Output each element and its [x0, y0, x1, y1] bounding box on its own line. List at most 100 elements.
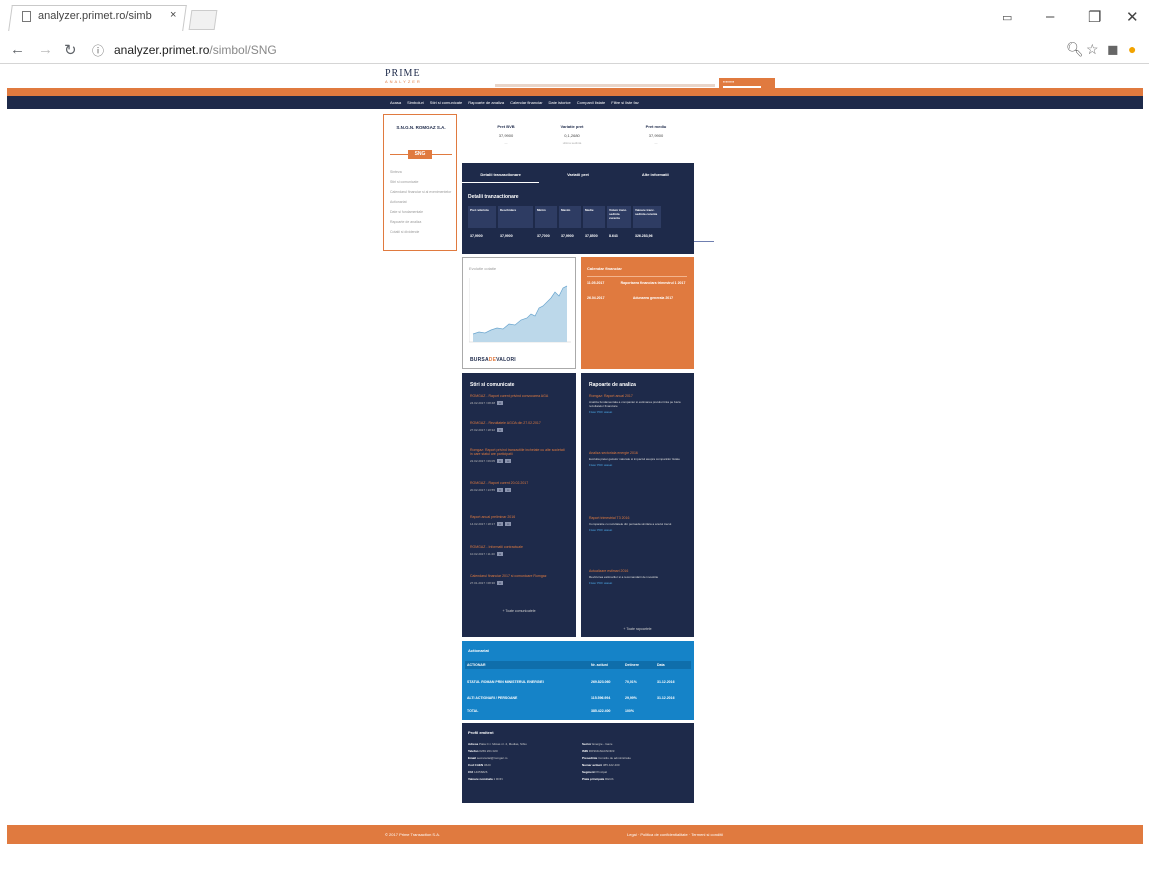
news-link[interactable]: ROMGAZ - Informatii contractuale — [470, 545, 568, 549]
pdf-icon[interactable]: ▪▪ — [497, 581, 504, 585]
news-item: Raport anual preliminar 2016 14.02.2017 … — [470, 515, 568, 526]
all-reports-link[interactable]: + Toate rapoartele — [581, 627, 694, 631]
info-icon[interactable]: ⓘ — [92, 42, 104, 59]
report-item: Analiza sectoriala energie 2016 Evolutia… — [589, 451, 687, 467]
trading-header: Valoare tranz. sedinta curenta — [633, 206, 661, 228]
bvb-logo: BURSADEVALORI — [470, 357, 516, 363]
pdf-icon[interactable]: ▪▪ — [496, 552, 503, 556]
pdf-icon[interactable]: ▪▪ — [497, 401, 504, 405]
url-path: /simbol/SNG — [209, 43, 277, 57]
close-window-button[interactable]: ✕ — [1126, 8, 1139, 26]
news-item: ROMGAZ - Rezultatele AGOA din 27.02.2017… — [470, 421, 568, 432]
report-item: Raport trimestrial T3 2016 Comparatie cu… — [589, 516, 687, 532]
nav-item[interactable]: Simboluri — [407, 100, 424, 105]
news-item: ROMGAZ - Informatii contractuale 10.02.2… — [470, 545, 568, 556]
nav-item[interactable]: Filtre si liste fav — [611, 100, 639, 105]
calendar-row[interactable]: 26.04.2017 Adunarea generala 2017 — [587, 296, 689, 300]
report-attachment[interactable]: Fisier PDF atasat — [589, 581, 687, 585]
tab-trading-details[interactable]: Detalii tranzactionare — [462, 169, 540, 183]
site-footer: © 2017 Prime Transaction S.A. Legal · Po… — [7, 825, 1143, 844]
trading-header: Medie — [583, 206, 605, 228]
calendar-row[interactable]: 11.05.2017 Raportarea financiara trimest… — [587, 281, 689, 285]
all-news-link[interactable]: + Toate comunicatele — [462, 609, 576, 613]
report-attachment[interactable]: Fisier PDF atasat — [589, 528, 687, 532]
profile-field: ISIN ROSNGNACNOR3 — [582, 749, 615, 753]
report-link[interactable]: Analiza sectoriala energie 2016 — [589, 451, 687, 455]
pdf-icon[interactable]: ▪▪ — [497, 488, 504, 492]
forward-icon[interactable]: → — [38, 41, 53, 58]
pdf-icon[interactable]: ▪▪ — [497, 459, 504, 463]
calendar-title: Calendar financiar — [587, 266, 622, 271]
nav-item[interactable]: Date istorice — [549, 100, 571, 105]
price-chart-box: Evolutie cotatie BURSADEVALORI — [462, 257, 576, 369]
company-menu-item[interactable]: Date si fundamentale — [390, 210, 454, 214]
report-item: Actualizare estimari 2016 Revizuirea est… — [589, 569, 687, 585]
page-icon — [22, 11, 31, 22]
trading-header: Deschidere — [498, 206, 533, 228]
trading-details-panel: Detalii tranzactionare Variatii pret Alt… — [462, 163, 694, 254]
user-icon[interactable]: ▭ — [1002, 11, 1012, 24]
shareholders-title: Actionariat — [468, 648, 489, 653]
report-attachment[interactable]: Fisier PDF atasat — [589, 463, 687, 467]
pdf-icon[interactable]: ▪▪ — [505, 522, 512, 526]
profile-field: Adresa Piata C.I. Motas nr. 4, Medias, S… — [468, 742, 527, 746]
tab-other-info[interactable]: Alte informatii — [617, 169, 694, 183]
footer-links[interactable]: Legal · Politica de confidentialitate · … — [627, 832, 723, 837]
company-menu-item[interactable]: Actionariat — [390, 200, 454, 204]
tab-close-icon[interactable]: × — [170, 9, 176, 21]
news-link[interactable]: Romgaz: Raport privind tranzactiile inch… — [470, 448, 568, 456]
news-link[interactable]: ROMGAZ - Rezultatele AGOA din 27.02.2017 — [470, 421, 568, 425]
company-menu-item[interactable]: Cotatii si dividende — [390, 230, 454, 234]
back-icon[interactable]: ← — [10, 41, 25, 58]
trading-value: 37,9900 — [470, 234, 483, 238]
header-orange-band — [7, 88, 1143, 96]
news-item: Romgaz: Raport privind tranzactiile inch… — [470, 448, 568, 463]
nav-item[interactable]: Acasa — [390, 100, 401, 105]
report-item: Romgaz: Raport anual 2017 Analiza fundam… — [589, 394, 687, 414]
reload-icon[interactable]: ↻ — [64, 41, 77, 59]
trading-value: 37,9900 — [561, 234, 574, 238]
report-attachment[interactable]: Fisier PDF atasat — [589, 410, 687, 414]
pdf-icon[interactable]: ▪▪ — [505, 459, 512, 463]
profile-field: Presedinte Consiliu de administratie — [582, 756, 631, 760]
minimize-button[interactable]: – — [1046, 8, 1054, 25]
url-input[interactable]: ⓘ analyzer.primet.ro/simbol/SNG — [90, 40, 1050, 60]
trading-value: 326.283,96 — [635, 234, 653, 238]
pdf-icon[interactable]: ▪▪ — [505, 488, 512, 492]
table-row: TOTAL 385.422.400 100% — [467, 709, 634, 713]
nav-item[interactable]: Rapoarte de analiza — [468, 100, 504, 105]
report-link[interactable]: Romgaz: Raport anual 2017 — [589, 394, 687, 398]
bookmark-star-icon[interactable]: ☆ — [1086, 41, 1099, 58]
maximize-button[interactable]: ❐ — [1088, 8, 1101, 26]
company-menu-item[interactable]: Rapoarte de analiza — [390, 220, 454, 224]
news-link[interactable]: Raport anual preliminar 2016 — [470, 515, 568, 519]
nav-item[interactable]: Calendar financiar — [510, 100, 542, 105]
company-menu-item[interactable]: Stiri si comunicate — [390, 180, 454, 184]
tab-price-variations[interactable]: Variatii pret — [539, 169, 616, 183]
site-logo[interactable]: PRIME ANALYZER — [385, 68, 445, 88]
news-panel: Stiri si comunicate ROMGAZ - Raport cure… — [462, 373, 576, 637]
nav-item[interactable]: Stiri si comunicate — [430, 100, 462, 105]
nav-item[interactable]: Companii listate — [577, 100, 605, 105]
profile-field: Sector Energie - Gaze — [582, 742, 613, 746]
company-menu-item[interactable]: Sinteza — [390, 170, 454, 174]
report-link[interactable]: Actualizare estimari 2016 — [589, 569, 687, 573]
price-chart[interactable] — [469, 278, 571, 350]
report-link[interactable]: Raport trimestrial T3 2016 — [589, 516, 687, 520]
pdf-icon[interactable]: ▪▪ — [497, 522, 504, 526]
news-link[interactable]: Calendarul financiar 2017 si comunicare … — [470, 574, 568, 578]
news-link[interactable]: ROMGAZ - Raport curent 20.02.2017 — [470, 481, 568, 485]
company-panel: S.N.G.N. ROMGAZ S.A. SNG Sinteza Stiri s… — [383, 114, 457, 251]
company-menu-item[interactable]: Calendarul financiar si al evenimentelor — [390, 190, 454, 194]
trading-headers: Pret referinta Deschidere Minim Maxim Me… — [468, 206, 661, 228]
profile-right-column: Sector Energie - Gaze ISIN ROSNGNACNOR3 … — [582, 742, 690, 784]
pdf-icon[interactable]: ▪▪ — [497, 428, 504, 432]
trading-title: Detalii tranzactionare — [468, 194, 519, 200]
news-link[interactable]: ROMGAZ - Raport curent privind convocare… — [470, 394, 568, 398]
new-tab-button[interactable] — [188, 10, 218, 30]
tab-title[interactable]: analyzer.primet.ro/simb — [38, 10, 152, 22]
extension-icon[interactable]: ◼ — [1107, 41, 1119, 58]
notification-icon[interactable]: ● — [1128, 41, 1136, 57]
zoom-icon[interactable]: 🔍︎ — [1066, 41, 1084, 58]
news-item: Calendarul financiar 2017 si comunicare … — [470, 574, 568, 585]
